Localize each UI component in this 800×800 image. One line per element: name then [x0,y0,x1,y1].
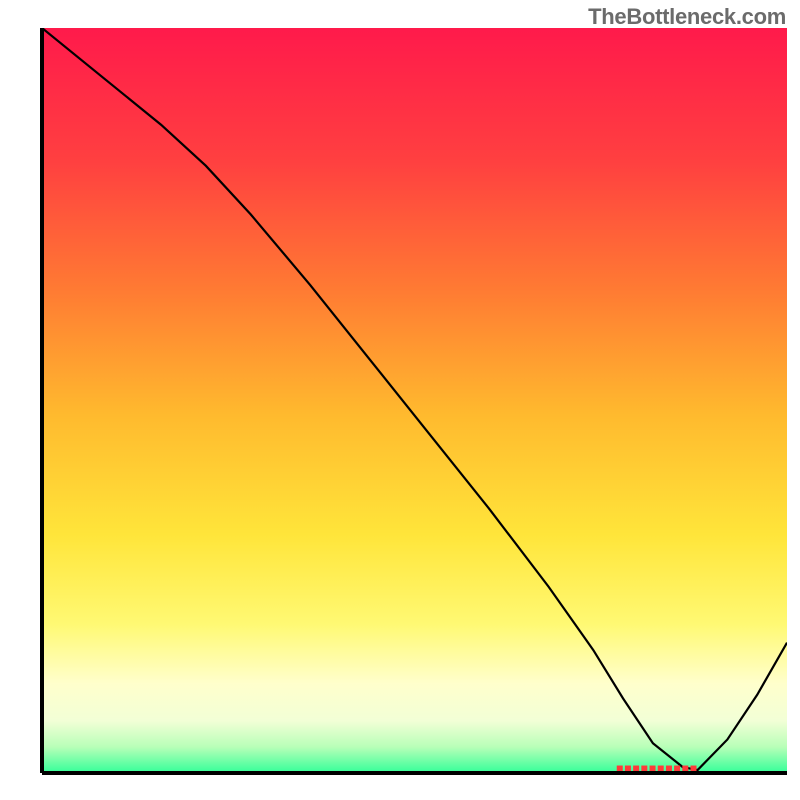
bottleneck-chart [0,0,800,800]
watermark-text: TheBottleneck.com [588,4,786,30]
chart-background [42,28,787,773]
